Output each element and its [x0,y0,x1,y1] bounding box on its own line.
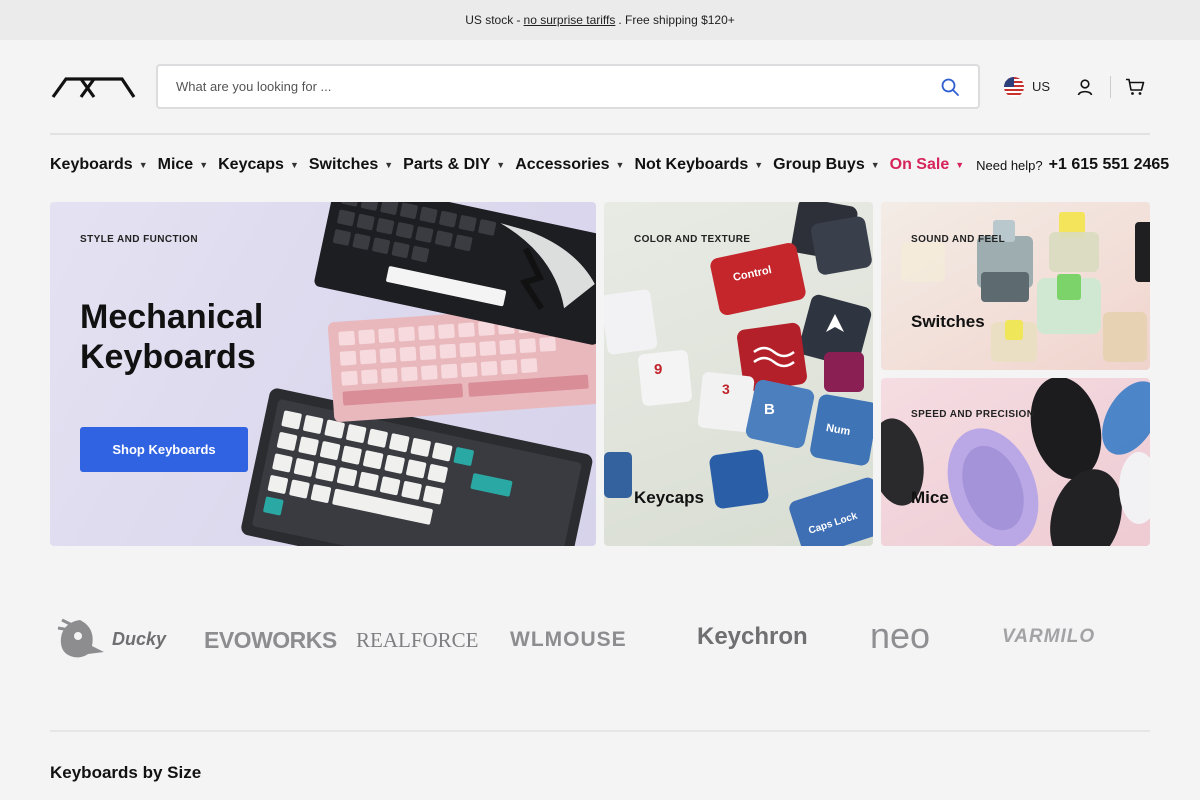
brand-ducky[interactable]: Ducky [112,629,166,650]
header-divider [50,133,1150,135]
nav-accessories[interactable]: Accessories ▼ [515,156,624,174]
tile-mice[interactable]: SPEED AND PRECISION Mice [881,378,1150,546]
hero-keyboards[interactable]: STYLE AND FUNCTION Mechanical Keyboards … [50,202,596,546]
switches-label: Switches [911,312,985,331]
tile-switches[interactable]: SOUND AND FEEL Switches [881,202,1150,370]
nav-keyboards[interactable]: Keyboards ▼ [50,156,148,174]
section-divider [50,730,1150,732]
main-nav: Keyboards ▼ Mice ▼ Keycaps ▼ Switches ▼ Part… [50,156,1169,174]
caret-down-icon: ▼ [870,160,880,170]
us-flag-icon[interactable] [1004,76,1024,97]
announcement-bar: US stock - no surprise tariffs . Free sh… [0,0,1200,40]
header: US [50,64,1150,109]
announcement-prefix: US stock - [465,13,521,27]
mice-eyebrow: SPEED AND PRECISION [911,409,1035,420]
account-icon[interactable] [1076,78,1094,96]
nav-label: Not Keyboards [634,156,749,173]
hero-title: Mechanical Keyboards [80,298,264,376]
nav-mice[interactable]: Mice ▼ [158,156,209,174]
keycap-b-label: B [764,401,775,418]
caret-down-icon: ▼ [754,160,764,170]
nav-keycaps[interactable]: Keycaps ▼ [218,156,299,174]
ducky-bird-icon[interactable] [52,612,108,664]
search-icon[interactable] [940,77,960,97]
cart-icon[interactable] [1125,78,1145,96]
brand-wlmouse[interactable]: WLMOUSE [510,628,627,652]
nav-label: Switches [308,156,379,173]
nav-on-sale[interactable]: On Sale ▼ [890,156,965,174]
nav-label: Keyboards [50,156,133,173]
header-actions: US [1004,64,1145,109]
keycap-three-label: 3 [722,381,730,397]
keycaps-label: Keycaps [634,488,704,507]
logo-icon[interactable] [50,75,136,99]
keycap-nine-label: 9 [654,361,662,378]
switches-eyebrow: SOUND AND FEEL [911,234,1006,245]
nav-label: Accessories [515,156,610,173]
caret-down-icon: ▼ [289,160,299,170]
shop-keyboards-button[interactable]: Shop Keyboards [80,427,248,472]
caret-down-icon: ▼ [615,160,625,170]
nav-label: On Sale [889,156,950,173]
nav-label: Keycaps [218,156,284,173]
brand-varmilo[interactable]: VARMILO [1002,626,1095,648]
section-title: Keyboards by Size [50,763,202,782]
phone-link[interactable]: +1 615 551 2465 [1049,156,1170,174]
brand-evoworks[interactable]: EVOWORKS [204,627,337,654]
caret-down-icon: ▼ [384,160,394,170]
country-selector[interactable]: US [1032,79,1050,94]
search-input[interactable] [176,79,940,94]
nav-label: Parts & DIY [403,156,491,173]
brand-neo[interactable]: neo [870,615,930,657]
nav-group-buys[interactable]: Group Buys ▼ [773,156,879,174]
tile-keycaps[interactable]: Control 9 3 B Num Caps Lock COLOR AND TE… [604,202,873,546]
search-box[interactable] [156,64,980,109]
caret-down-icon: ▼ [496,160,506,170]
nav-parts-diy[interactable]: Parts & DIY ▼ [403,156,505,174]
announcement-suffix: . Free shipping $120+ [618,13,735,27]
header-separator [1110,75,1112,98]
keycaps-eyebrow: COLOR AND TEXTURE [634,234,751,245]
switches-illustration [901,212,1150,362]
announcement-link[interactable]: no surprise tariffs [524,13,616,27]
nav-label: Mice [157,156,194,173]
mice-illustration [881,378,1150,546]
mice-label: Mice [911,488,949,507]
help-text: Need help? [976,157,1043,173]
brand-realforce[interactable]: REALFORCE [356,628,479,653]
brand-strip: Ducky EVOWORKS REALFORCE WLMOUSE Keychro… [50,610,1150,670]
nav-switches[interactable]: Switches ▼ [309,156,393,174]
caret-down-icon: ▼ [138,160,148,170]
caret-down-icon: ▼ [955,160,965,170]
caret-down-icon: ▼ [199,160,209,170]
nav-label: Group Buys [773,156,865,173]
brand-keychron[interactable]: Keychron [697,623,808,651]
hero-eyebrow: STYLE AND FUNCTION [80,234,198,245]
nav-not-keyboards[interactable]: Not Keyboards ▼ [634,156,763,174]
